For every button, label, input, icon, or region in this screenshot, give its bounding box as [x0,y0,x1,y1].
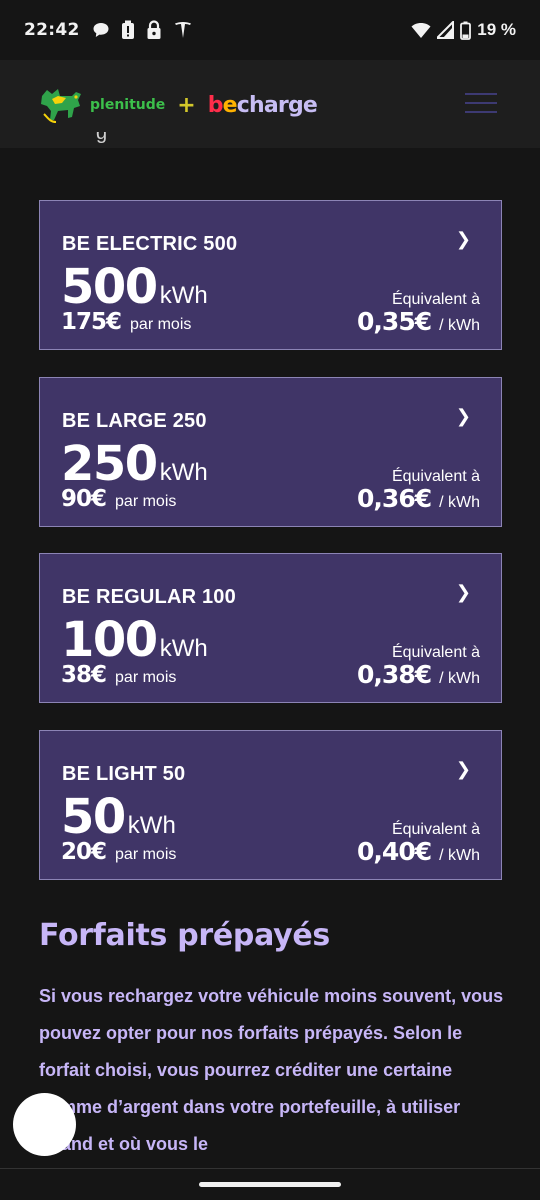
chevron-right-icon: ❯ [455,406,471,426]
dog-logo-icon [41,89,81,123]
plan-name: BE REGULAR 100 [62,586,236,608]
plan-kwh-price-value: 0,35€ [357,307,432,336]
logo-be-b: b [207,92,224,118]
plan-name: BE LARGE 250 [62,410,207,432]
wifi-icon [411,23,431,38]
plan-kwh-price-unit: / kWh [439,670,480,687]
plan-price-period: par mois [130,316,192,333]
plan-kwh-unit: kWh [159,635,208,662]
plan-price-value: 175€ [61,309,122,335]
logo-plus: + [177,92,196,118]
clock: 22:42 [24,20,80,40]
notification-icons [92,20,193,40]
chevron-right-icon: ❯ [455,759,471,779]
logo-charge-text: charge [236,92,318,118]
hamburger-menu-icon[interactable] [465,93,497,113]
plan-kwh-price-value: 0,40€ [357,837,432,866]
battery-percent: 19 % [477,20,516,39]
plan-kwh-unit: kWh [159,282,208,309]
plan-kwh-price-value: 0,36€ [357,484,432,513]
plan-kwh-value: 250 [61,436,158,492]
clipped-text-fragment: g [96,132,108,144]
plan-price-period: par mois [115,846,177,863]
signal-icon [437,21,455,39]
plan-kwh-value: 100 [61,612,158,668]
plan-name: BE LIGHT 50 [62,763,186,785]
plan-price-value: 90€ [61,486,107,512]
plan-card-be-electric-500[interactable]: BE ELECTRIC 500 ❯ 500 kWh 175€ par mois Éq… [39,200,502,350]
plan-kwh: 50 kWh [61,789,176,845]
plan-kwh-value: 500 [61,259,158,315]
chevron-right-icon: ❯ [455,229,471,249]
system-icons: 19 % [411,20,516,40]
plan-kwh: 500 kWh [61,259,208,315]
plan-price: 90€ par mois [61,486,176,512]
plan-kwh-price-unit: / kWh [439,494,480,511]
plan-kwh-price-value: 0,38€ [357,660,432,689]
plan-name: BE ELECTRIC 500 [62,233,238,255]
plan-card-be-regular-100[interactable]: BE REGULAR 100 ❯ 100 kWh 38€ par mois Équi… [39,553,502,703]
site-header: plenitude + becharge [0,60,540,148]
tesla-icon [174,22,191,38]
plan-price-period: par mois [115,493,177,510]
battery-icon [460,21,472,40]
logo[interactable]: plenitude + becharge [38,84,318,126]
plan-kwh-price-unit: / kWh [439,847,480,864]
plan-card-be-large-250[interactable]: BE LARGE 250 ❯ 250 kWh 90€ par mois Équiva… [39,377,502,527]
section-body-prepaid: Si vous rechargez votre véhicule moins s… [39,986,504,1154]
plan-kwh-price: 0,36€ / kWh [357,484,480,513]
lock-icon [147,20,161,39]
plan-kwh-unit: kWh [159,459,208,486]
logo-be-e: e [222,92,238,118]
home-gesture-pill[interactable] [199,1182,341,1187]
plan-price: 20€ par mois [61,839,176,865]
plan-price: 38€ par mois [61,662,176,688]
chevron-right-icon: ❯ [455,582,471,602]
plan-card-be-light-50[interactable]: BE LIGHT 50 ❯ 50 kWh 20€ par mois Équivale… [39,730,502,880]
plan-price-value: 20€ [61,839,107,865]
plan-kwh-unit: kWh [127,812,176,839]
plan-kwh-value: 50 [61,789,126,845]
logo-becharge: becharge [207,92,318,118]
plan-price-period: par mois [115,669,177,686]
plan-kwh: 100 kWh [61,612,208,668]
battery-alert-icon [121,20,134,39]
plan-kwh: 250 kWh [61,436,208,492]
gesture-nav-bar [0,1168,540,1200]
plan-kwh-price: 0,38€ / kWh [357,660,480,689]
plan-price-value: 38€ [61,662,107,688]
chat-bubble-icon [93,23,109,37]
plan-kwh-price-unit: / kWh [439,317,480,334]
plan-price: 175€ par mois [61,309,191,335]
plan-kwh-price: 0,40€ / kWh [357,837,480,866]
floating-action-button[interactable] [13,1093,76,1156]
section-title-prepaid: Forfaits prépayés [39,918,330,953]
status-bar: 22:42 19 % [0,0,540,60]
plan-kwh-price: 0,35€ / kWh [357,307,480,336]
nav-divider [0,1168,540,1169]
logo-plenitude-text: plenitude [90,97,166,113]
